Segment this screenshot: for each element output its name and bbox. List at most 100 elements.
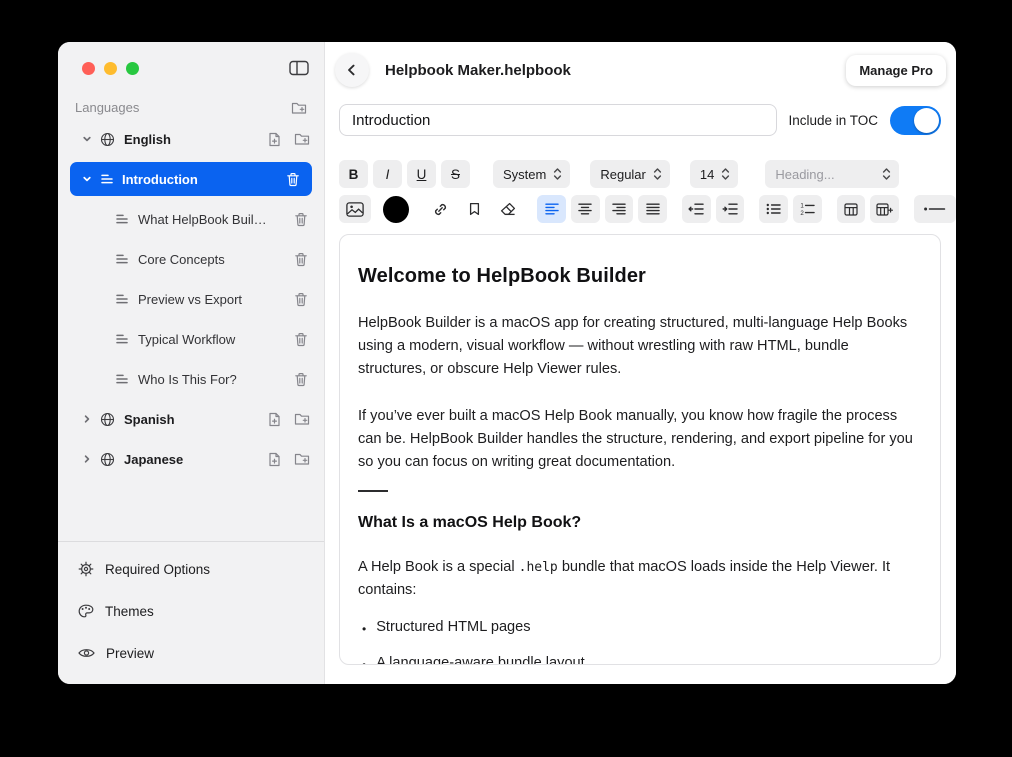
align-center-button[interactable] <box>570 195 600 223</box>
insert-link-button[interactable] <box>426 195 455 223</box>
page-title-input[interactable] <box>339 104 777 136</box>
font-size-select[interactable]: 14 <box>689 160 739 188</box>
format-toolbar-row1: B I U S System Regular 14 Heading... <box>325 160 956 188</box>
sidebar-item-themes[interactable]: Themes <box>58 590 324 632</box>
doc-horizontal-rule <box>358 490 388 492</box>
globe-icon <box>100 412 115 427</box>
sidebar-footer: Required Options Themes Preview <box>58 541 324 684</box>
text-color-well[interactable] <box>383 195 410 223</box>
sidebar-item-preview[interactable]: Preview <box>58 632 324 674</box>
indent-icon <box>722 203 738 215</box>
chevron-updown-icon <box>882 167 891 181</box>
selected-page-label: Introduction <box>122 171 198 187</box>
gear-icon <box>78 561 94 577</box>
font-family-value: System <box>503 166 547 182</box>
globe-icon <box>100 132 115 147</box>
doc-text: A language-aware bundle layout <box>376 655 585 665</box>
manage-pro-button[interactable]: Manage Pro <box>846 54 946 86</box>
footer-item-label: Required Options <box>105 561 211 577</box>
new-page-icon[interactable] <box>268 132 281 147</box>
strikethrough-button[interactable]: S <box>441 160 470 188</box>
sidebar-page-row[interactable]: Who Is This For? <box>58 359 324 399</box>
italic-button[interactable]: I <box>373 160 402 188</box>
chevron-down-icon[interactable] <box>82 134 92 144</box>
horizontal-rule-icon <box>923 204 947 214</box>
align-right-button[interactable] <box>604 195 634 223</box>
underline-button[interactable]: U <box>407 160 436 188</box>
footer-item-label: Themes <box>105 603 154 619</box>
align-left-button[interactable] <box>537 195 566 223</box>
footer-item-label: Preview <box>106 645 155 661</box>
font-family-select[interactable]: System <box>493 160 571 188</box>
zoom-window-button[interactable] <box>126 61 139 75</box>
sidebar-item-required-options[interactable]: Required Options <box>58 548 324 590</box>
insert-table-button[interactable] <box>836 195 866 223</box>
trash-icon[interactable] <box>294 292 308 307</box>
doc-bullet-item: A language-aware bundle layout <box>358 654 918 665</box>
sidebar-toggle-icon[interactable] <box>289 60 309 76</box>
doc-paragraph: A Help Book is a special .help bundle th… <box>358 556 918 602</box>
document-title: Helpbook Maker.helpbook <box>385 61 571 79</box>
sidebar-page-row[interactable]: Preview vs Export <box>58 279 324 319</box>
horizontal-rule-button[interactable] <box>914 195 956 223</box>
doc-text: A Help Book is a special <box>358 559 519 575</box>
sidebar-item-spanish[interactable]: Spanish <box>58 399 324 439</box>
align-justify-button[interactable] <box>638 195 667 223</box>
minimize-window-button[interactable] <box>104 61 117 75</box>
numbered-list-icon <box>800 203 815 215</box>
toc-label: Include in TOC <box>788 112 878 128</box>
page-lines-icon <box>115 212 129 226</box>
font-weight-value: Regular <box>600 166 646 182</box>
clear-formatting-button[interactable] <box>494 195 523 223</box>
table-insert-column-button[interactable] <box>870 195 900 223</box>
chevron-right-icon[interactable] <box>82 414 92 424</box>
rich-text-editor[interactable]: Welcome to HelpBook Builder HelpBook Bui… <box>339 234 941 665</box>
language-tree: English Introduction What HelpBook Buil… <box>58 119 324 479</box>
languages-label: Languages <box>75 100 140 115</box>
doc-paragraph: HelpBook Builder is a macOS app for crea… <box>358 315 908 377</box>
indent-button[interactable] <box>715 195 745 223</box>
page-lines-icon <box>115 292 129 306</box>
trash-icon[interactable] <box>294 372 308 387</box>
doc-heading1: Welcome to HelpBook Builder <box>358 265 646 287</box>
page-lines-icon <box>115 332 129 346</box>
page-label: What HelpBook Buil… <box>138 211 267 227</box>
sidebar-page-row[interactable]: Core Concepts <box>58 239 324 279</box>
sidebar-page-row[interactable]: What HelpBook Buil… <box>58 199 324 239</box>
trash-icon[interactable] <box>294 252 308 267</box>
new-language-folder-icon[interactable] <box>291 101 307 115</box>
new-page-icon[interactable] <box>268 412 281 427</box>
sidebar-item-english[interactable]: English <box>58 119 324 159</box>
trash-icon[interactable] <box>286 172 300 187</box>
numbered-list-button[interactable] <box>793 195 822 223</box>
bold-button[interactable]: B <box>339 160 368 188</box>
new-folder-icon[interactable] <box>294 412 310 426</box>
trash-icon[interactable] <box>294 212 308 227</box>
new-folder-icon[interactable] <box>294 132 310 146</box>
sidebar-item-japanese[interactable]: Japanese <box>58 439 324 479</box>
back-button[interactable] <box>335 53 369 87</box>
outdent-button[interactable] <box>681 195 711 223</box>
close-window-button[interactable] <box>82 61 95 75</box>
heading-placeholder: Heading... <box>775 166 835 182</box>
page-lines-icon <box>100 172 114 186</box>
eraser-icon <box>500 202 516 216</box>
trash-icon[interactable] <box>294 332 308 347</box>
chevron-right-icon[interactable] <box>82 454 92 464</box>
font-weight-select[interactable]: Regular <box>590 160 670 188</box>
main-panel: Helpbook Maker.helpbook Manage Pro Inclu… <box>325 42 956 684</box>
bookmark-button[interactable] <box>460 195 489 223</box>
language-label: Japanese <box>124 451 184 467</box>
sidebar-page-row[interactable]: Typical Workflow <box>58 319 324 359</box>
sidebar-item-introduction[interactable]: Introduction <box>70 162 312 196</box>
heading-style-select[interactable]: Heading... <box>765 160 900 188</box>
chevron-down-icon[interactable] <box>82 174 92 184</box>
bullet-list-button[interactable] <box>759 195 788 223</box>
insert-image-button[interactable] <box>339 195 372 223</box>
language-label: Spanish <box>124 411 175 427</box>
page-lines-icon <box>115 252 129 266</box>
toc-toggle[interactable] <box>890 105 941 135</box>
new-folder-icon[interactable] <box>294 452 310 466</box>
sidebar: Languages English Introduction What Help… <box>58 42 325 684</box>
new-page-icon[interactable] <box>268 452 281 467</box>
